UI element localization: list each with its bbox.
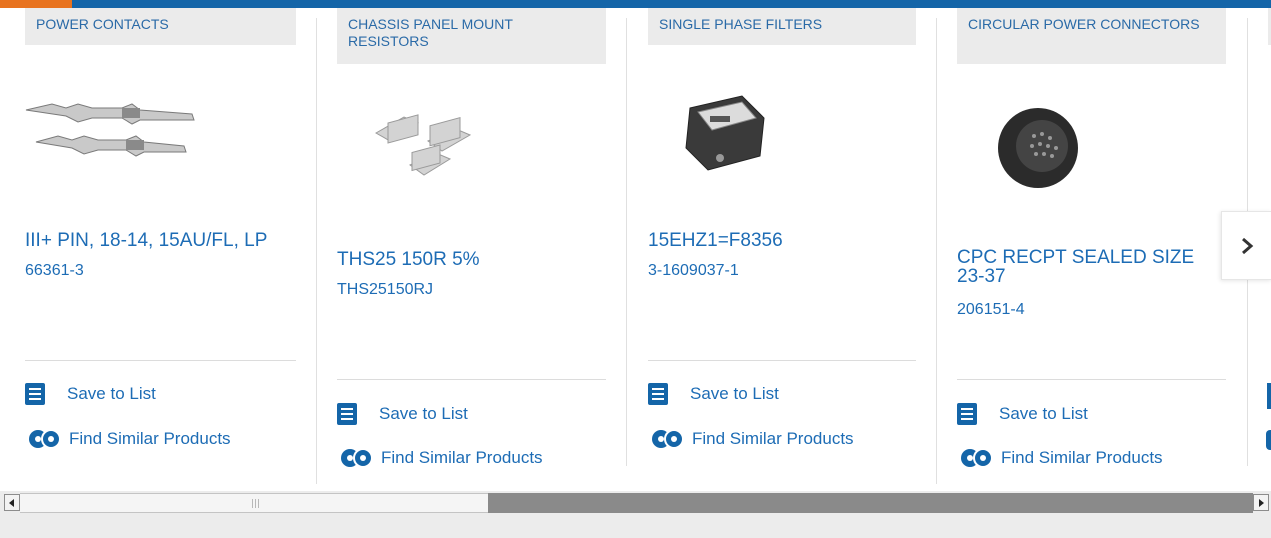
scroll-left-button[interactable] bbox=[4, 494, 20, 511]
find-similar-label: Find Similar Products bbox=[69, 429, 231, 448]
save-to-list-label: Save to List bbox=[67, 384, 156, 403]
card-divider bbox=[648, 360, 916, 361]
scroll-right-button[interactable] bbox=[1253, 494, 1269, 511]
product-name[interactable]: THS25 150R 5% bbox=[337, 250, 617, 269]
chevron-right-icon bbox=[1242, 237, 1254, 254]
category-label[interactable]: CIRCULAR POWER CONNECTORS bbox=[957, 8, 1226, 64]
product-image[interactable] bbox=[990, 100, 1086, 196]
scrollbar-thumb[interactable] bbox=[20, 493, 488, 513]
find-similar-products-button[interactable]: Find Similar Products bbox=[25, 428, 231, 450]
card-divider bbox=[957, 379, 1226, 380]
save-to-list-label: Save to List bbox=[690, 384, 779, 403]
save-to-list-button[interactable]: Save to List bbox=[957, 403, 1088, 425]
card-separator bbox=[626, 18, 627, 466]
category-label[interactable]: POWER CONTACTS bbox=[25, 8, 296, 45]
list-check-icon bbox=[337, 403, 357, 425]
gear-icon bbox=[29, 429, 61, 449]
list-check-icon bbox=[648, 383, 668, 405]
category-label[interactable]: CHASSIS PANEL MOUNT RESISTORS bbox=[337, 8, 606, 64]
product-name[interactable]: CPC RECPT SEALED SIZE 23-37 bbox=[957, 248, 1217, 286]
find-similar-label: Find Similar Products bbox=[692, 429, 854, 448]
product-image[interactable] bbox=[358, 105, 488, 195]
scrollbar-grip bbox=[255, 499, 256, 508]
save-to-list-label: Save to List bbox=[379, 404, 468, 423]
save-to-list-label: Save to List bbox=[999, 404, 1088, 423]
save-to-list-button[interactable]: Save to List bbox=[648, 383, 779, 405]
gear-icon bbox=[341, 448, 373, 468]
save-to-list-button[interactable]: Save to List bbox=[337, 403, 468, 425]
part-number[interactable]: 66361-3 bbox=[25, 262, 84, 280]
part-number[interactable]: 206151-4 bbox=[957, 301, 1025, 319]
part-number[interactable]: THS25150RJ bbox=[337, 281, 433, 299]
product-name[interactable]: 15EHZ1=F8356 bbox=[648, 231, 908, 250]
card-separator bbox=[316, 18, 317, 484]
carousel-next-button[interactable] bbox=[1221, 211, 1271, 280]
find-similar-products-button[interactable]: Find Similar Products bbox=[957, 447, 1163, 469]
card-divider bbox=[25, 360, 296, 361]
list-check-icon bbox=[957, 403, 977, 425]
list-check-icon bbox=[25, 383, 45, 405]
gear-icon-partial[interactable] bbox=[1266, 430, 1271, 450]
product-image[interactable] bbox=[672, 88, 772, 180]
arrow-left-icon bbox=[9, 498, 14, 507]
card-divider bbox=[337, 379, 606, 380]
gear-icon bbox=[961, 448, 993, 468]
save-to-list-button[interactable]: Save to List bbox=[25, 383, 156, 405]
find-similar-label: Find Similar Products bbox=[381, 448, 543, 467]
find-similar-products-button[interactable]: Find Similar Products bbox=[648, 428, 854, 450]
product-image[interactable] bbox=[22, 96, 198, 166]
gear-icon bbox=[652, 429, 684, 449]
category-label[interactable]: SINGLE PHASE FILTERS bbox=[648, 8, 916, 45]
bottom-panel bbox=[0, 515, 1271, 538]
product-carousel: POWER CONTACTS III+ PIN, 18-14, 15AU/FL,… bbox=[0, 0, 1271, 486]
scrollbar-track-remaining[interactable] bbox=[488, 493, 1253, 513]
card-separator bbox=[936, 18, 937, 484]
find-similar-products-button[interactable]: Find Similar Products bbox=[337, 447, 543, 469]
part-number[interactable]: 3-1609037-1 bbox=[648, 262, 739, 280]
scrollbar-grip bbox=[258, 499, 259, 508]
find-similar-label: Find Similar Products bbox=[1001, 448, 1163, 467]
scrollbar-grip bbox=[252, 499, 253, 508]
horizontal-scrollbar[interactable] bbox=[0, 491, 1271, 515]
arrow-right-icon bbox=[1259, 498, 1264, 507]
product-name[interactable]: III+ PIN, 18-14, 15AU/FL, LP bbox=[25, 231, 305, 250]
list-check-icon-partial[interactable] bbox=[1267, 383, 1271, 409]
